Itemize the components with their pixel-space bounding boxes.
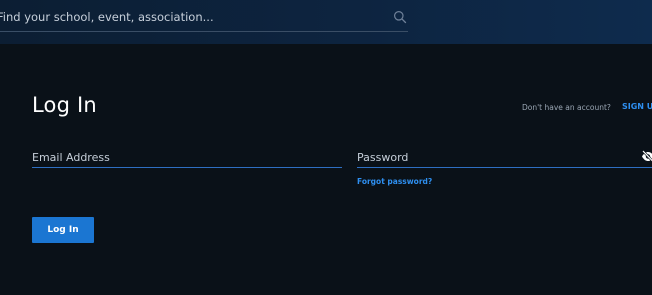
email-field-container [32,149,342,169]
search-icon[interactable] [393,10,407,24]
email-field[interactable] [32,149,342,166]
search-input[interactable] [0,6,400,28]
top-search-bar [0,0,652,44]
password-field[interactable] [357,149,652,166]
forgot-password-link[interactable]: Forgot password? [357,177,432,186]
search-underline [0,31,408,32]
signup-prompt: Don't have an account? [522,103,611,112]
email-underline [32,167,342,168]
page: Log In Don't have an account? SIGN UP Fo… [0,0,652,295]
login-panel: Log In Don't have an account? SIGN UP Fo… [0,44,652,295]
login-button[interactable]: Log In [32,217,94,243]
page-title: Log In [32,93,97,117]
signup-link[interactable]: SIGN UP [622,102,652,111]
eye-slash-icon[interactable] [641,150,652,163]
search-container [0,6,408,32]
password-field-container [357,149,652,169]
password-underline [357,167,652,168]
